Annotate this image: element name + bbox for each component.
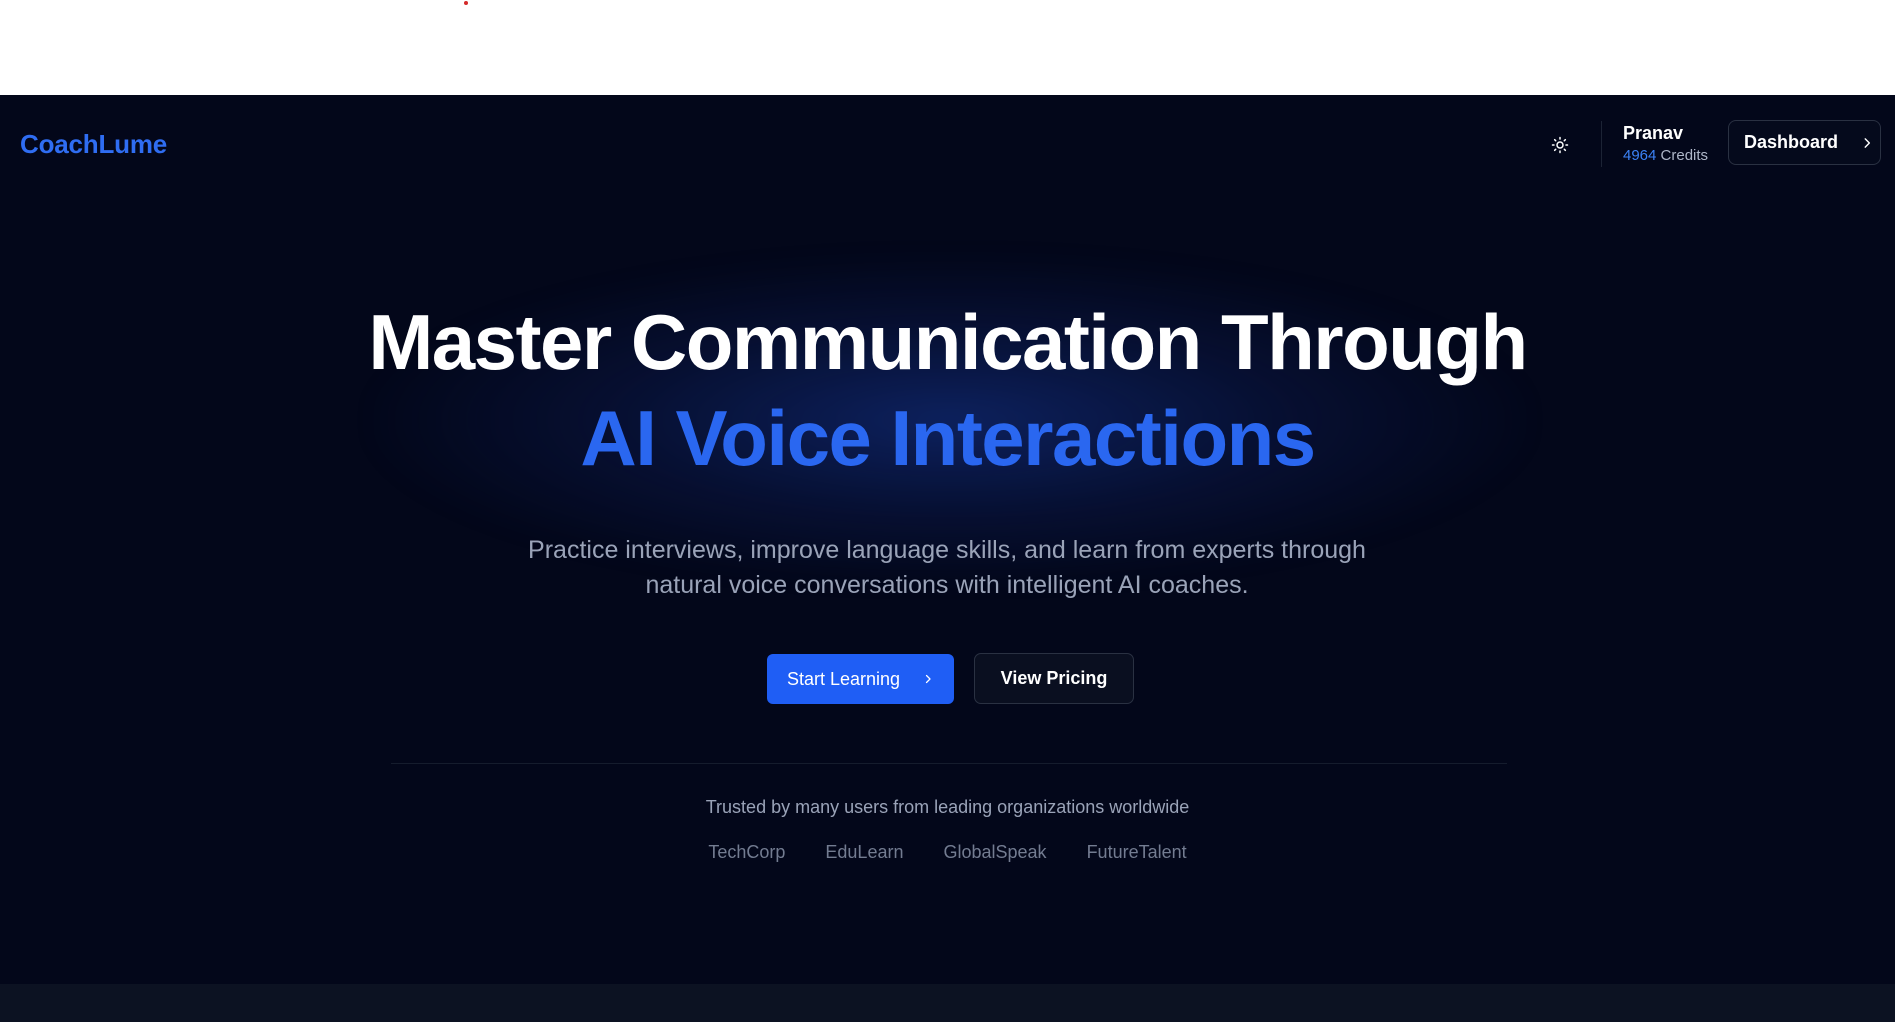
user-credits: 4964 Credits (1623, 147, 1708, 164)
logo[interactable]: CoachLume (20, 129, 167, 160)
header-divider (1601, 121, 1602, 167)
org-name: EduLearn (825, 842, 904, 862)
hero-title-line1: Master Communication Through (368, 298, 1528, 386)
start-learning-label: Start Learning (787, 668, 901, 689)
dashboard-button-label: Dashboard (1744, 132, 1839, 152)
footer-strip (0, 984, 1895, 1022)
credits-label: Credits (1660, 147, 1709, 164)
theme-toggle-button[interactable] (1546, 131, 1574, 159)
view-pricing-button[interactable]: View Pricing (974, 653, 1134, 704)
org-list: TechCorp EduLearn GlobalSpeak FutureTale… (0, 842, 1895, 863)
sun-icon (1551, 136, 1569, 154)
section-divider (391, 763, 1507, 764)
hero-subtitle-line1: Practice interviews, improve language sk… (528, 536, 1366, 564)
credits-value: 4964 (1623, 147, 1657, 164)
dashboard-button[interactable]: Dashboard (1728, 120, 1881, 165)
trusted-by-text: Trusted by many users from leading organ… (705, 797, 1190, 817)
chevron-right-icon (925, 674, 931, 684)
start-learning-button[interactable]: Start Learning (767, 654, 954, 704)
view-pricing-label: View Pricing (1000, 668, 1108, 688)
cursor-dot (464, 1, 468, 5)
hero-subtitle-line2: natural voice conversations with intelli… (645, 571, 1249, 599)
landing-page: CoachLume Pranav 4964 Credits Dashboard … (0, 95, 1895, 984)
org-name: GlobalSpeak (943, 842, 1047, 862)
org-name: FutureTalent (1086, 842, 1187, 862)
org-name: TechCorp (708, 842, 786, 862)
browser-blank-area (0, 0, 1895, 95)
hero-subtitle: Practice interviews, improve language sk… (447, 533, 1447, 603)
hero-title-line2: AI Voice Interactions (580, 394, 1316, 482)
chevron-right-icon (1864, 137, 1871, 148)
user-name: Pranav (1623, 123, 1684, 143)
